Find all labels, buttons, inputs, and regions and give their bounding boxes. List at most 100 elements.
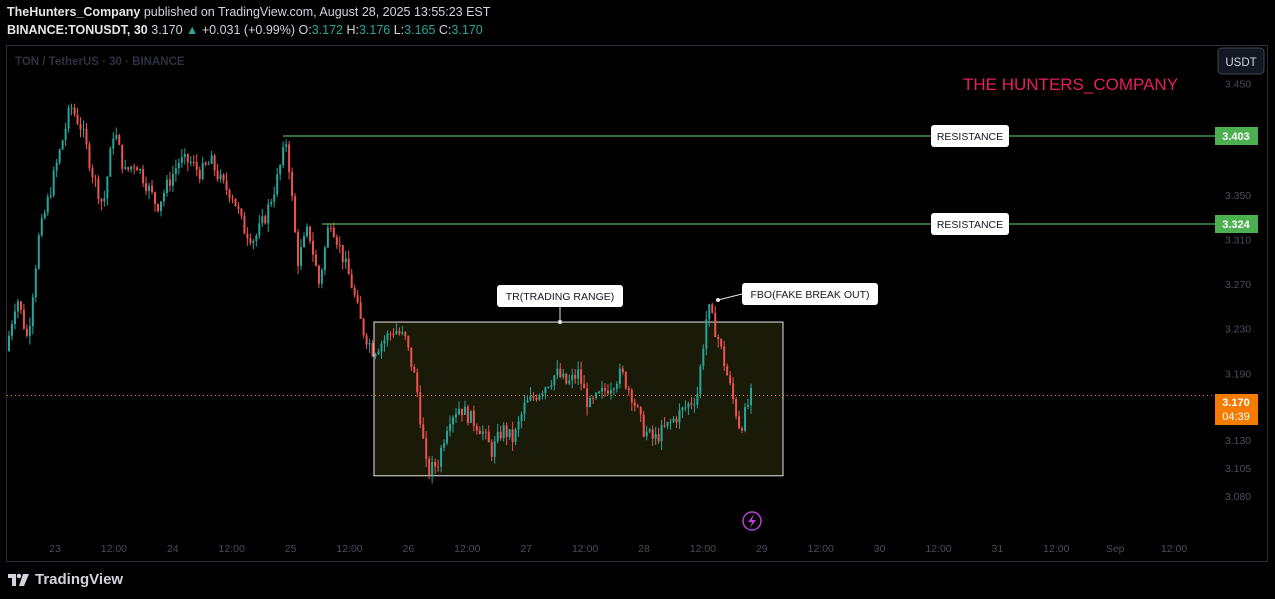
candle-body bbox=[19, 301, 22, 310]
price-chart[interactable]: TON / TetherUS · 30 · BINANCE USDT THE H… bbox=[0, 0, 1275, 599]
candle-body bbox=[91, 168, 94, 178]
x-tick-label-17: 12:00 bbox=[1043, 543, 1069, 555]
candle-body bbox=[115, 135, 118, 139]
candle-body bbox=[261, 216, 264, 224]
candle-body bbox=[162, 193, 165, 202]
lightning-icon[interactable] bbox=[742, 511, 762, 531]
candle-body bbox=[207, 163, 210, 165]
candle-body bbox=[264, 216, 267, 224]
candle-body bbox=[693, 404, 696, 406]
candle-body bbox=[446, 431, 449, 444]
last-price-countdown: 04:39 bbox=[1222, 411, 1250, 423]
candle-body bbox=[717, 336, 720, 340]
candle-body bbox=[389, 333, 392, 335]
candle-body bbox=[97, 178, 100, 200]
candle-body bbox=[723, 346, 726, 367]
candle-body bbox=[234, 198, 237, 207]
currency-button-label[interactable]: USDT bbox=[1225, 57, 1256, 69]
candle-body bbox=[219, 174, 222, 180]
candle-body bbox=[285, 144, 288, 147]
candle-body bbox=[580, 369, 583, 384]
candle-body bbox=[267, 204, 270, 224]
trading-range-callout[interactable]: TR(TRADING RANGE) bbox=[497, 285, 623, 324]
candle-body bbox=[67, 107, 70, 129]
candle-body bbox=[505, 425, 508, 437]
candle-body bbox=[174, 168, 177, 174]
tradingview-logo[interactable]: TradingView bbox=[7, 571, 123, 588]
candle-body bbox=[323, 247, 326, 271]
candle-body bbox=[73, 107, 76, 115]
x-tick-label-13: 12:00 bbox=[808, 543, 834, 555]
fbo-callout[interactable]: FBO(FAKE BREAK OUT) bbox=[716, 283, 878, 305]
candle-body bbox=[276, 174, 279, 195]
candle-body bbox=[109, 148, 112, 177]
candle-body bbox=[240, 208, 243, 216]
candle-body bbox=[726, 366, 729, 376]
x-tick-label-14: 30 bbox=[874, 543, 886, 555]
candle-body bbox=[28, 326, 31, 336]
candle-body bbox=[595, 392, 598, 399]
candle-body bbox=[192, 162, 195, 164]
x-tick-label-16: 31 bbox=[992, 543, 1004, 555]
candle-body bbox=[308, 226, 311, 241]
x-tick-label-7: 12:00 bbox=[454, 543, 480, 555]
candle-body bbox=[454, 414, 457, 418]
candle-body bbox=[49, 195, 52, 197]
candle-body bbox=[508, 429, 511, 437]
candle-body bbox=[133, 166, 136, 168]
candle-body bbox=[189, 162, 192, 164]
candle-body bbox=[279, 165, 282, 175]
candle-body bbox=[186, 153, 189, 163]
resistance-label-2[interactable]: RESISTANCE bbox=[931, 213, 1009, 235]
y-tick-label-4: 3.230 bbox=[1225, 324, 1251, 336]
resistance-label-1-text: RESISTANCE bbox=[937, 131, 1003, 143]
candle-body bbox=[565, 373, 568, 384]
candle-body bbox=[79, 123, 82, 130]
candle-body bbox=[380, 343, 383, 352]
resistance-label-1[interactable]: RESISTANCE bbox=[931, 125, 1009, 147]
candle-body bbox=[225, 180, 228, 190]
candle-body bbox=[636, 405, 639, 407]
candle-body bbox=[577, 369, 580, 379]
candle-body bbox=[422, 424, 425, 439]
candle-body bbox=[70, 107, 73, 109]
candle-body bbox=[645, 431, 648, 437]
candle-body bbox=[311, 240, 314, 255]
candle-body bbox=[720, 339, 723, 347]
candle-body bbox=[747, 405, 750, 407]
candle-body bbox=[386, 333, 389, 340]
candle-body bbox=[612, 388, 615, 390]
candle-body bbox=[112, 138, 115, 149]
candle-body bbox=[559, 368, 562, 378]
candle-body bbox=[538, 395, 541, 400]
candle-body bbox=[663, 425, 666, 427]
candle-body bbox=[237, 206, 240, 209]
candle-body bbox=[16, 301, 19, 312]
candle-body bbox=[466, 406, 469, 423]
candle-body bbox=[738, 416, 741, 429]
x-tick-label-2: 24 bbox=[167, 543, 179, 555]
candle-body bbox=[627, 388, 630, 391]
candle-body bbox=[675, 418, 678, 423]
candle-body bbox=[368, 343, 371, 345]
candle-body bbox=[472, 410, 475, 426]
candle-body bbox=[82, 128, 85, 130]
candle-body bbox=[288, 144, 291, 173]
candle-body bbox=[332, 227, 335, 238]
candle-body bbox=[297, 232, 300, 266]
candle-body bbox=[553, 375, 556, 386]
candle-body bbox=[198, 169, 201, 180]
candle-body bbox=[648, 429, 651, 432]
candle-body bbox=[574, 375, 577, 379]
candle-body bbox=[58, 149, 61, 163]
candle-body bbox=[642, 414, 645, 437]
candle-body bbox=[440, 447, 443, 467]
candle-body bbox=[425, 438, 428, 459]
candle-body bbox=[371, 343, 374, 357]
resistance-price-1: 3.403 bbox=[1222, 131, 1250, 143]
candle-body bbox=[669, 421, 672, 423]
resistance-price-tag-2: 3.324 bbox=[1215, 215, 1258, 233]
candle-body bbox=[562, 373, 565, 378]
candle-body bbox=[672, 418, 675, 422]
candle-body bbox=[443, 443, 446, 448]
